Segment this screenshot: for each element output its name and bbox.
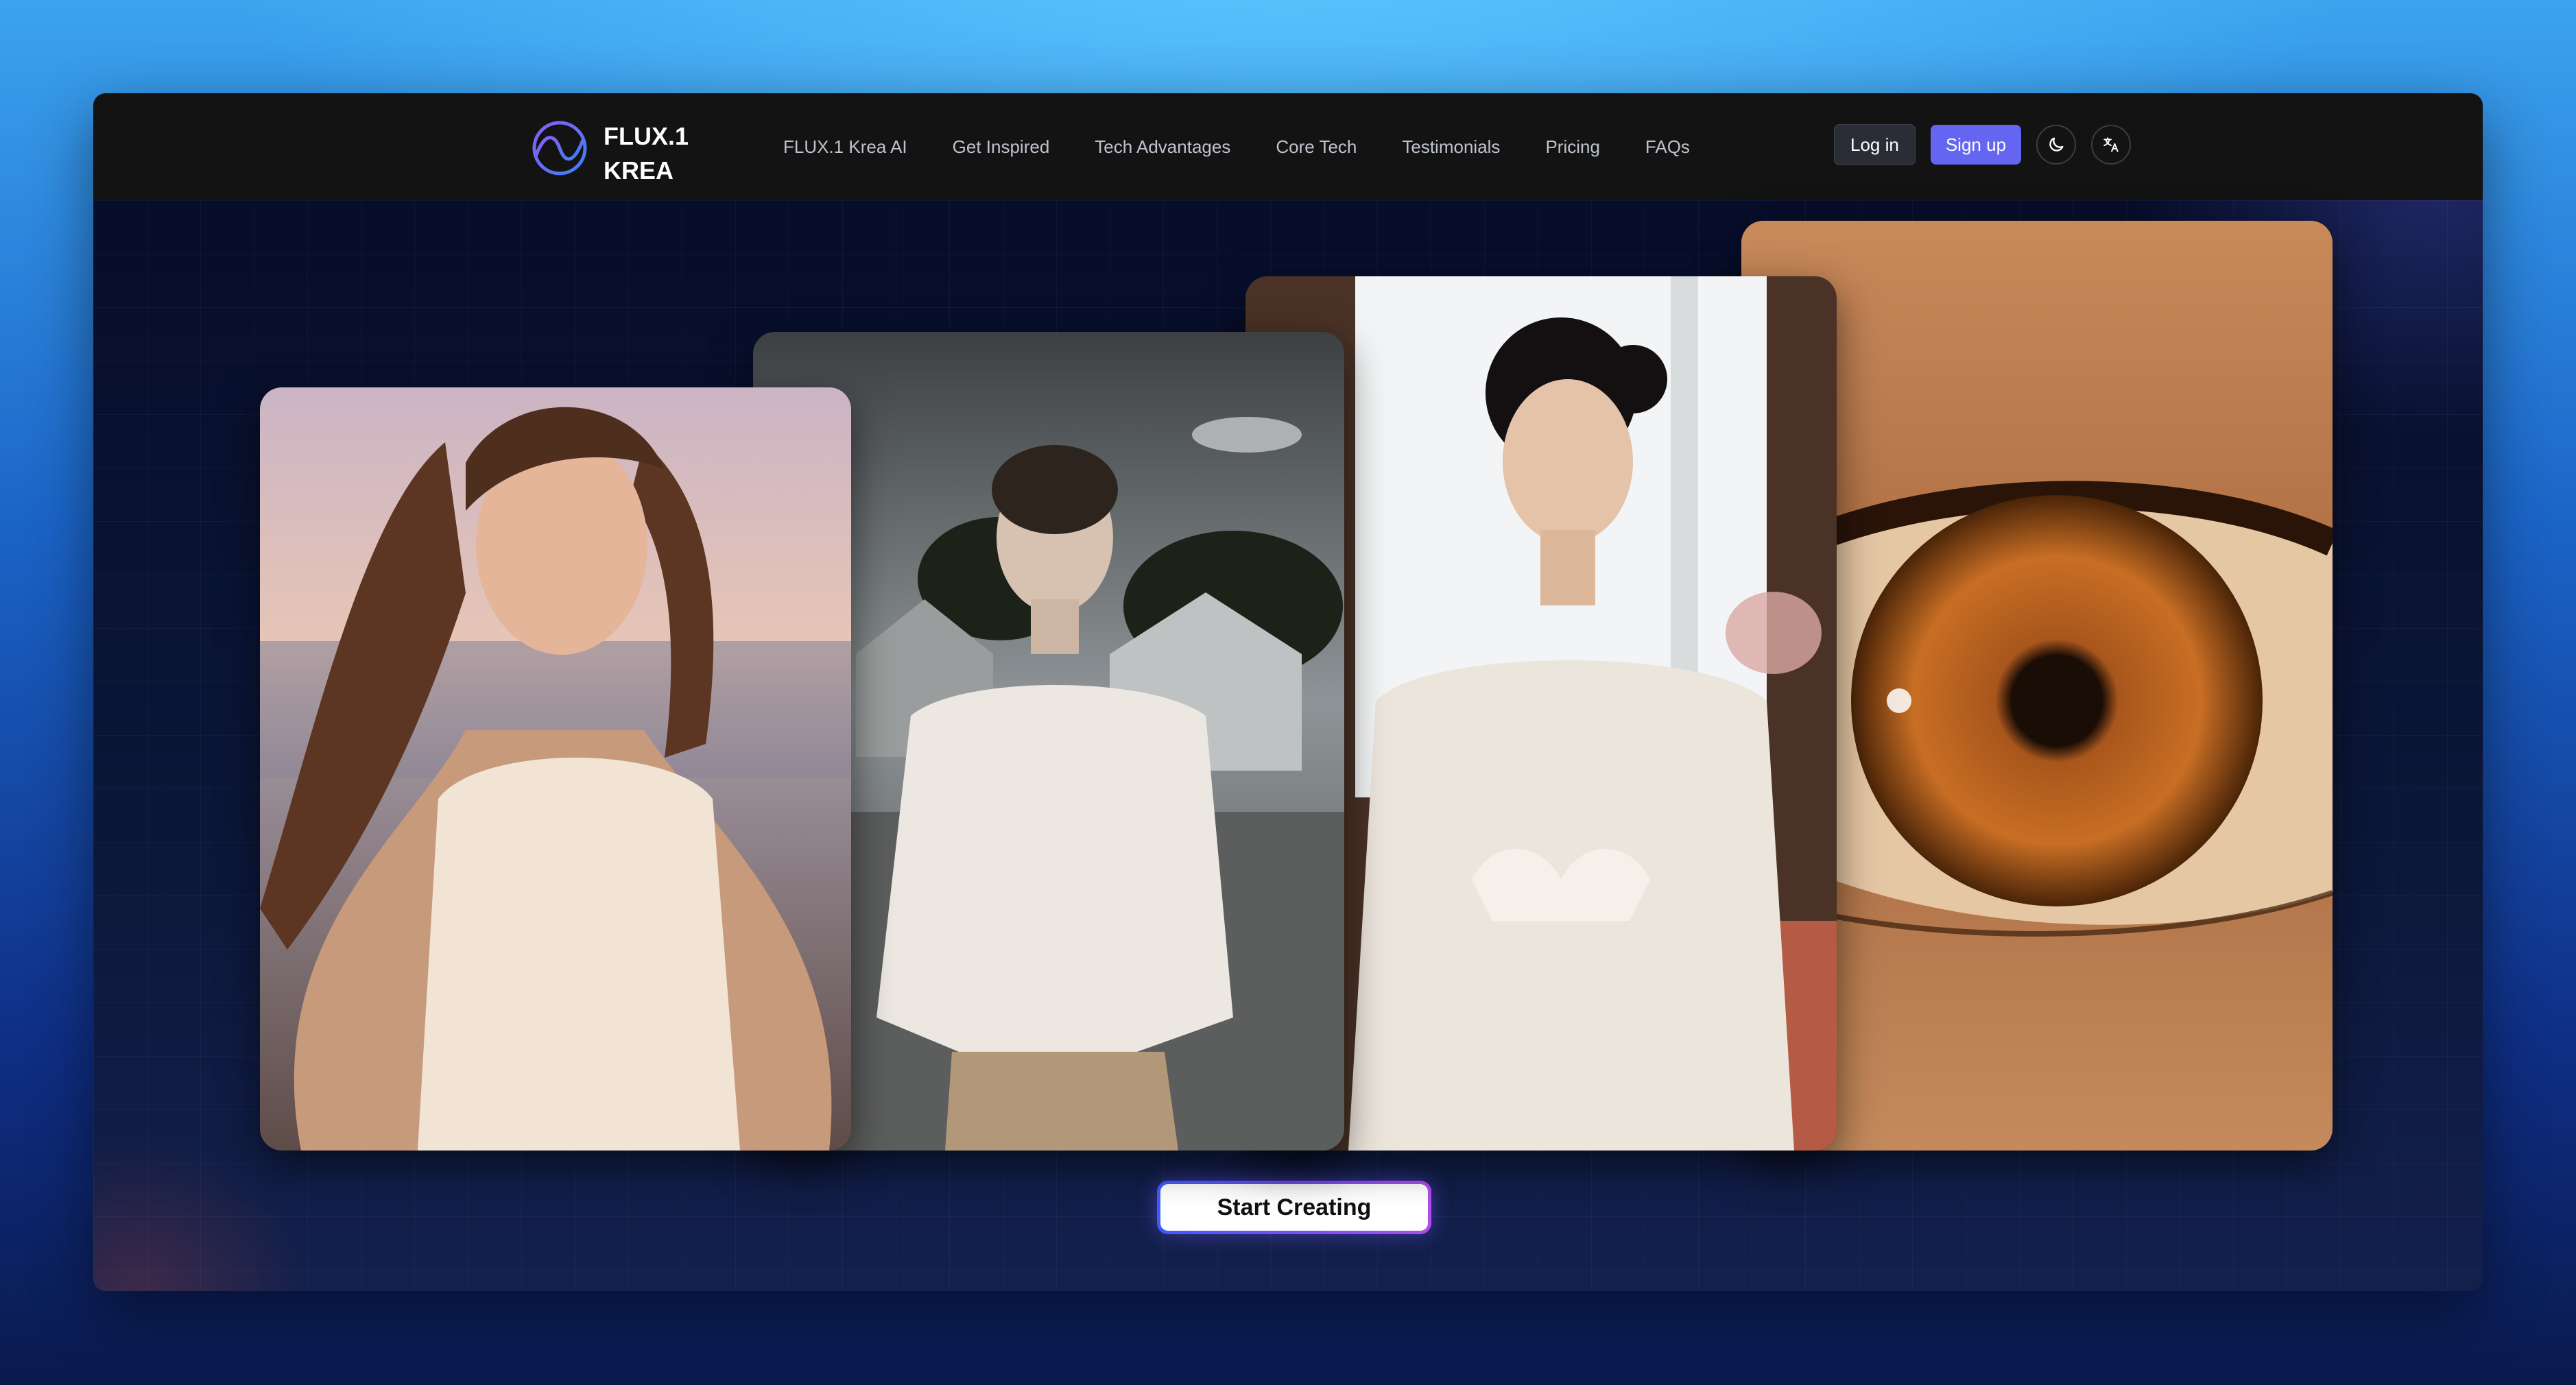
moon-icon xyxy=(2049,137,2064,152)
theme-toggle-button[interactable] xyxy=(2036,125,2077,165)
nav-link-faqs[interactable]: FAQs xyxy=(1645,136,1690,158)
nav-links: FLUX.1 Krea AI Get Inspired Tech Advanta… xyxy=(783,93,1735,200)
translate-icon xyxy=(2103,137,2119,152)
start-creating-button[interactable]: Start Creating xyxy=(1157,1181,1431,1234)
gallery-image-woman-windblown-hair-sunset xyxy=(260,387,851,1151)
nav-link-get-inspired[interactable]: Get Inspired xyxy=(953,136,1050,158)
nav-link-tech-advantages[interactable]: Tech Advantages xyxy=(1095,136,1230,158)
nav-link-testimonials[interactable]: Testimonials xyxy=(1402,136,1500,158)
logo-text-line2: KREA xyxy=(604,156,674,184)
navbar: FLUX.1 KREA FLUX.1 Krea AI Get Inspired … xyxy=(93,93,2483,200)
browser-window: FLUX.1 KREA FLUX.1 Krea AI Get Inspired … xyxy=(93,93,2483,1291)
nav-link-core-tech[interactable]: Core Tech xyxy=(1276,136,1357,158)
logo[interactable]: FLUX.1 KREA xyxy=(531,119,702,184)
nav-link-pricing[interactable]: Pricing xyxy=(1545,136,1599,158)
language-button[interactable] xyxy=(2091,125,2132,165)
nav-link-flux-krea-ai[interactable]: FLUX.1 Krea AI xyxy=(783,136,907,158)
signup-button[interactable]: Sign up xyxy=(1930,125,2022,165)
login-button[interactable]: Log in xyxy=(1834,124,1916,165)
nav-actions: Log in Sign up xyxy=(1834,124,2132,165)
logo-text-line1: FLUX.1 xyxy=(604,122,689,150)
start-creating-label: Start Creating xyxy=(1160,1184,1428,1231)
flux-wave-logo-icon xyxy=(532,121,587,176)
